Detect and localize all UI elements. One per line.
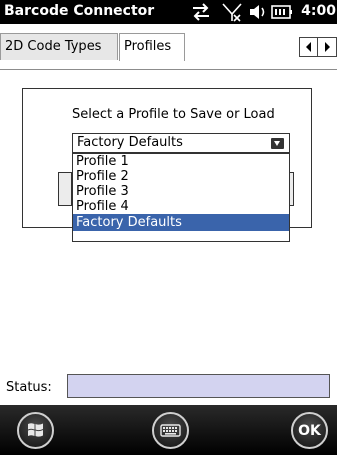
battery-icon[interactable]: [271, 2, 293, 22]
volume-icon[interactable]: [247, 2, 269, 22]
ok-button-label: OK: [298, 423, 321, 439]
title-bar: Barcode Connector 4:00: [0, 0, 337, 24]
tab-baseline: [0, 69, 337, 70]
status-label: Status:: [6, 380, 52, 395]
arrow-left-icon: [306, 42, 311, 52]
dropdown-option-factory-defaults[interactable]: Factory Defaults: [73, 214, 289, 231]
app-title: Barcode Connector: [4, 3, 155, 19]
ok-button[interactable]: OK: [291, 412, 328, 449]
tab-2d-code-types[interactable]: 2D Code Types: [0, 33, 118, 60]
tab-profiles[interactable]: Profiles: [119, 33, 185, 61]
dropdown-option-profile-4[interactable]: Profile 4: [73, 199, 289, 214]
clock: 4:00: [301, 3, 336, 19]
start-button[interactable]: [17, 412, 54, 449]
dropdown-option-profile-1[interactable]: Profile 1: [73, 154, 289, 169]
arrow-right-icon: [325, 42, 330, 52]
status-field: [67, 374, 330, 398]
bottom-bar: OK: [0, 405, 337, 455]
dropdown-option-profile-2[interactable]: Profile 2: [73, 169, 289, 184]
sync-icon[interactable]: [190, 2, 212, 22]
profile-select-label: Select a Profile to Save or Load: [72, 107, 275, 122]
chevron-down-icon[interactable]: [271, 138, 284, 149]
windows-start-icon: [28, 423, 43, 437]
no-signal-icon[interactable]: [221, 2, 243, 22]
dropdown-option-profile-3[interactable]: Profile 3: [73, 184, 289, 199]
combobox-value: Factory Defaults: [77, 135, 183, 150]
keyboard-icon: [160, 424, 181, 437]
keyboard-button[interactable]: [152, 412, 189, 449]
profile-dropdown-list: Profile 1 Profile 2 Profile 3 Profile 4 …: [72, 153, 290, 242]
profile-combobox[interactable]: Factory Defaults: [72, 133, 290, 153]
tab-scroll-left-button[interactable]: [300, 38, 318, 56]
tab-scroll-control: [299, 37, 337, 57]
load-button[interactable]: [58, 172, 72, 206]
tab-bar: 2D Code Types Profiles: [0, 24, 337, 70]
tab-scroll-right-button[interactable]: [318, 38, 336, 56]
